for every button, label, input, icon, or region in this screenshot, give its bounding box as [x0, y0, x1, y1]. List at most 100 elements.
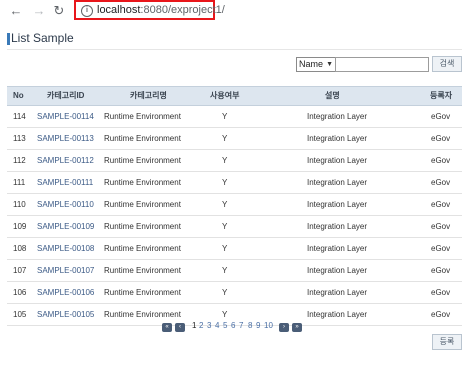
cell-use-yn: Y — [222, 200, 228, 209]
next-page-icon[interactable]: › — [279, 323, 289, 332]
table-row[interactable]: 107 SAMPLE-00107 Runtime Environment Y Integ… — [7, 260, 462, 282]
table-row[interactable]: 110 SAMPLE-00110 Runtime Environment Y Integ… — [7, 194, 462, 216]
cell-description: Integration Layer — [307, 222, 368, 231]
cell-registrant: eGov — [431, 288, 451, 297]
cell-description: Integration Layer — [307, 266, 368, 275]
address-bar[interactable]: i localhost:8080/exproject1/ — [74, 0, 225, 20]
cell-description: Integration Layer — [307, 244, 368, 253]
cell-category-id[interactable]: SAMPLE-00106 — [37, 282, 94, 303]
cell-use-yn: Y — [222, 288, 228, 297]
title-marker — [7, 33, 10, 45]
cell-no: 110 — [13, 200, 26, 209]
table-row[interactable]: 108 SAMPLE-00108 Runtime Environment Y Integ… — [7, 238, 462, 260]
cell-registrant: eGov — [431, 310, 451, 319]
prev-page-icon[interactable]: ‹ — [175, 323, 185, 332]
table-row[interactable]: 109 SAMPLE-00109 Runtime Environment Y Integ… — [7, 216, 462, 238]
cell-category-id[interactable]: SAMPLE-00110 — [37, 194, 94, 215]
cell-category-name: Runtime Environment — [104, 200, 181, 209]
header-category-id: 카테고리ID — [47, 91, 85, 100]
register-button[interactable]: 등록 — [432, 334, 462, 350]
cell-description: Integration Layer — [307, 200, 368, 209]
cell-no: 113 — [13, 134, 26, 143]
page-title-text: List Sample — [11, 31, 74, 45]
title-divider — [7, 49, 462, 50]
chevron-down-icon: ▼ — [326, 61, 333, 68]
search-condition-select[interactable]: Name ▼ — [296, 57, 336, 72]
cell-category-name: Runtime Environment — [104, 156, 181, 165]
page-link[interactable]: 5 — [223, 321, 227, 330]
search-condition-value: Name — [299, 59, 324, 69]
header-no: No — [13, 91, 24, 100]
cell-category-id[interactable]: SAMPLE-00107 — [37, 260, 94, 281]
back-arrow-icon[interactable]: ← — [8, 3, 24, 19]
cell-use-yn: Y — [222, 178, 228, 187]
cell-category-name: Runtime Environment — [104, 222, 181, 231]
cell-use-yn: Y — [222, 244, 228, 253]
cell-no: 107 — [13, 266, 27, 275]
search-button[interactable]: 검색 — [432, 56, 462, 72]
table-row[interactable]: 111 SAMPLE-00111 Runtime Environment Y Integ… — [7, 172, 462, 194]
page-link[interactable]: 10 — [264, 321, 273, 330]
header-use-yn: 사용여부 — [210, 91, 240, 100]
table-row[interactable]: 114 SAMPLE-00114 Runtime Environment Y Integ… — [7, 106, 462, 128]
sample-table: No 카테고리ID 카테고리명 사용여부 설명 등록자 114 SAMPLE-00… — [7, 86, 462, 326]
cell-use-yn: Y — [222, 156, 228, 165]
table-row[interactable]: 113 SAMPLE-00113 Runtime Environment Y Integ… — [7, 128, 462, 150]
url-path: :8080/exproject1/ — [140, 4, 225, 16]
page-link[interactable]: 3 — [207, 321, 211, 330]
cell-category-name: Runtime Environment — [104, 244, 181, 253]
site-info-icon[interactable]: i — [81, 5, 93, 17]
table-row[interactable]: 112 SAMPLE-00112 Runtime Environment Y Integ… — [7, 150, 462, 172]
cell-no: 111 — [13, 178, 26, 187]
table-header: No 카테고리ID 카테고리명 사용여부 설명 등록자 — [7, 86, 462, 106]
header-registrant: 등록자 — [430, 91, 453, 100]
cell-use-yn: Y — [222, 112, 228, 121]
page-link[interactable]: 6 — [231, 321, 235, 330]
forward-arrow-icon[interactable]: → — [31, 3, 47, 19]
reload-icon[interactable]: ↻ — [51, 3, 67, 19]
cell-registrant: eGov — [431, 156, 451, 165]
page-link[interactable]: 9 — [256, 321, 260, 330]
cell-registrant: eGov — [431, 222, 451, 231]
cell-category-name: Runtime Environment — [104, 112, 181, 121]
page-link[interactable]: 4 — [215, 321, 219, 330]
cell-registrant: eGov — [431, 134, 451, 143]
cell-category-id[interactable]: SAMPLE-00112 — [37, 150, 94, 171]
cell-category-name: Runtime Environment — [104, 178, 181, 187]
cell-description: Integration Layer — [307, 178, 368, 187]
header-description: 설명 — [325, 91, 340, 100]
cell-category-name: Runtime Environment — [104, 310, 181, 319]
url-host: localhost — [97, 4, 141, 16]
page-link[interactable]: 1 — [192, 321, 196, 330]
cell-registrant: eGov — [431, 244, 451, 253]
cell-description: Integration Layer — [307, 112, 368, 121]
cell-description: Integration Layer — [307, 288, 368, 297]
address-text[interactable]: localhost:8080/exproject1/ — [97, 4, 225, 16]
page-link[interactable]: 2 — [199, 321, 203, 330]
cell-use-yn: Y — [222, 134, 228, 143]
cell-category-id[interactable]: SAMPLE-00114 — [37, 106, 94, 127]
cell-no: 112 — [13, 156, 26, 165]
page-link[interactable]: 8 — [248, 321, 252, 330]
search-input[interactable] — [335, 57, 429, 72]
table-row[interactable]: 106 SAMPLE-00106 Runtime Environment Y Integ… — [7, 282, 462, 304]
cell-registrant: eGov — [431, 200, 451, 209]
cell-category-name: Runtime Environment — [104, 134, 181, 143]
cell-use-yn: Y — [222, 266, 228, 275]
cell-description: Integration Layer — [307, 134, 368, 143]
cell-category-name: Runtime Environment — [104, 266, 181, 275]
table-body: 114 SAMPLE-00114 Runtime Environment Y Integ… — [7, 106, 462, 326]
page-link[interactable]: 7 — [239, 321, 243, 330]
cell-category-id[interactable]: SAMPLE-00111 — [37, 172, 93, 193]
cell-registrant: eGov — [431, 266, 451, 275]
cell-category-id[interactable]: SAMPLE-00108 — [37, 238, 94, 259]
cell-description: Integration Layer — [307, 310, 368, 319]
cell-no: 109 — [13, 222, 27, 231]
cell-category-id[interactable]: SAMPLE-00105 — [37, 304, 94, 325]
header-category-name: 카테고리명 — [130, 91, 167, 100]
first-page-icon[interactable]: « — [162, 323, 172, 332]
cell-category-id[interactable]: SAMPLE-00109 — [37, 216, 94, 237]
cell-category-id[interactable]: SAMPLE-00113 — [37, 128, 94, 149]
cell-no: 108 — [13, 244, 27, 253]
last-page-icon[interactable]: » — [292, 323, 302, 332]
